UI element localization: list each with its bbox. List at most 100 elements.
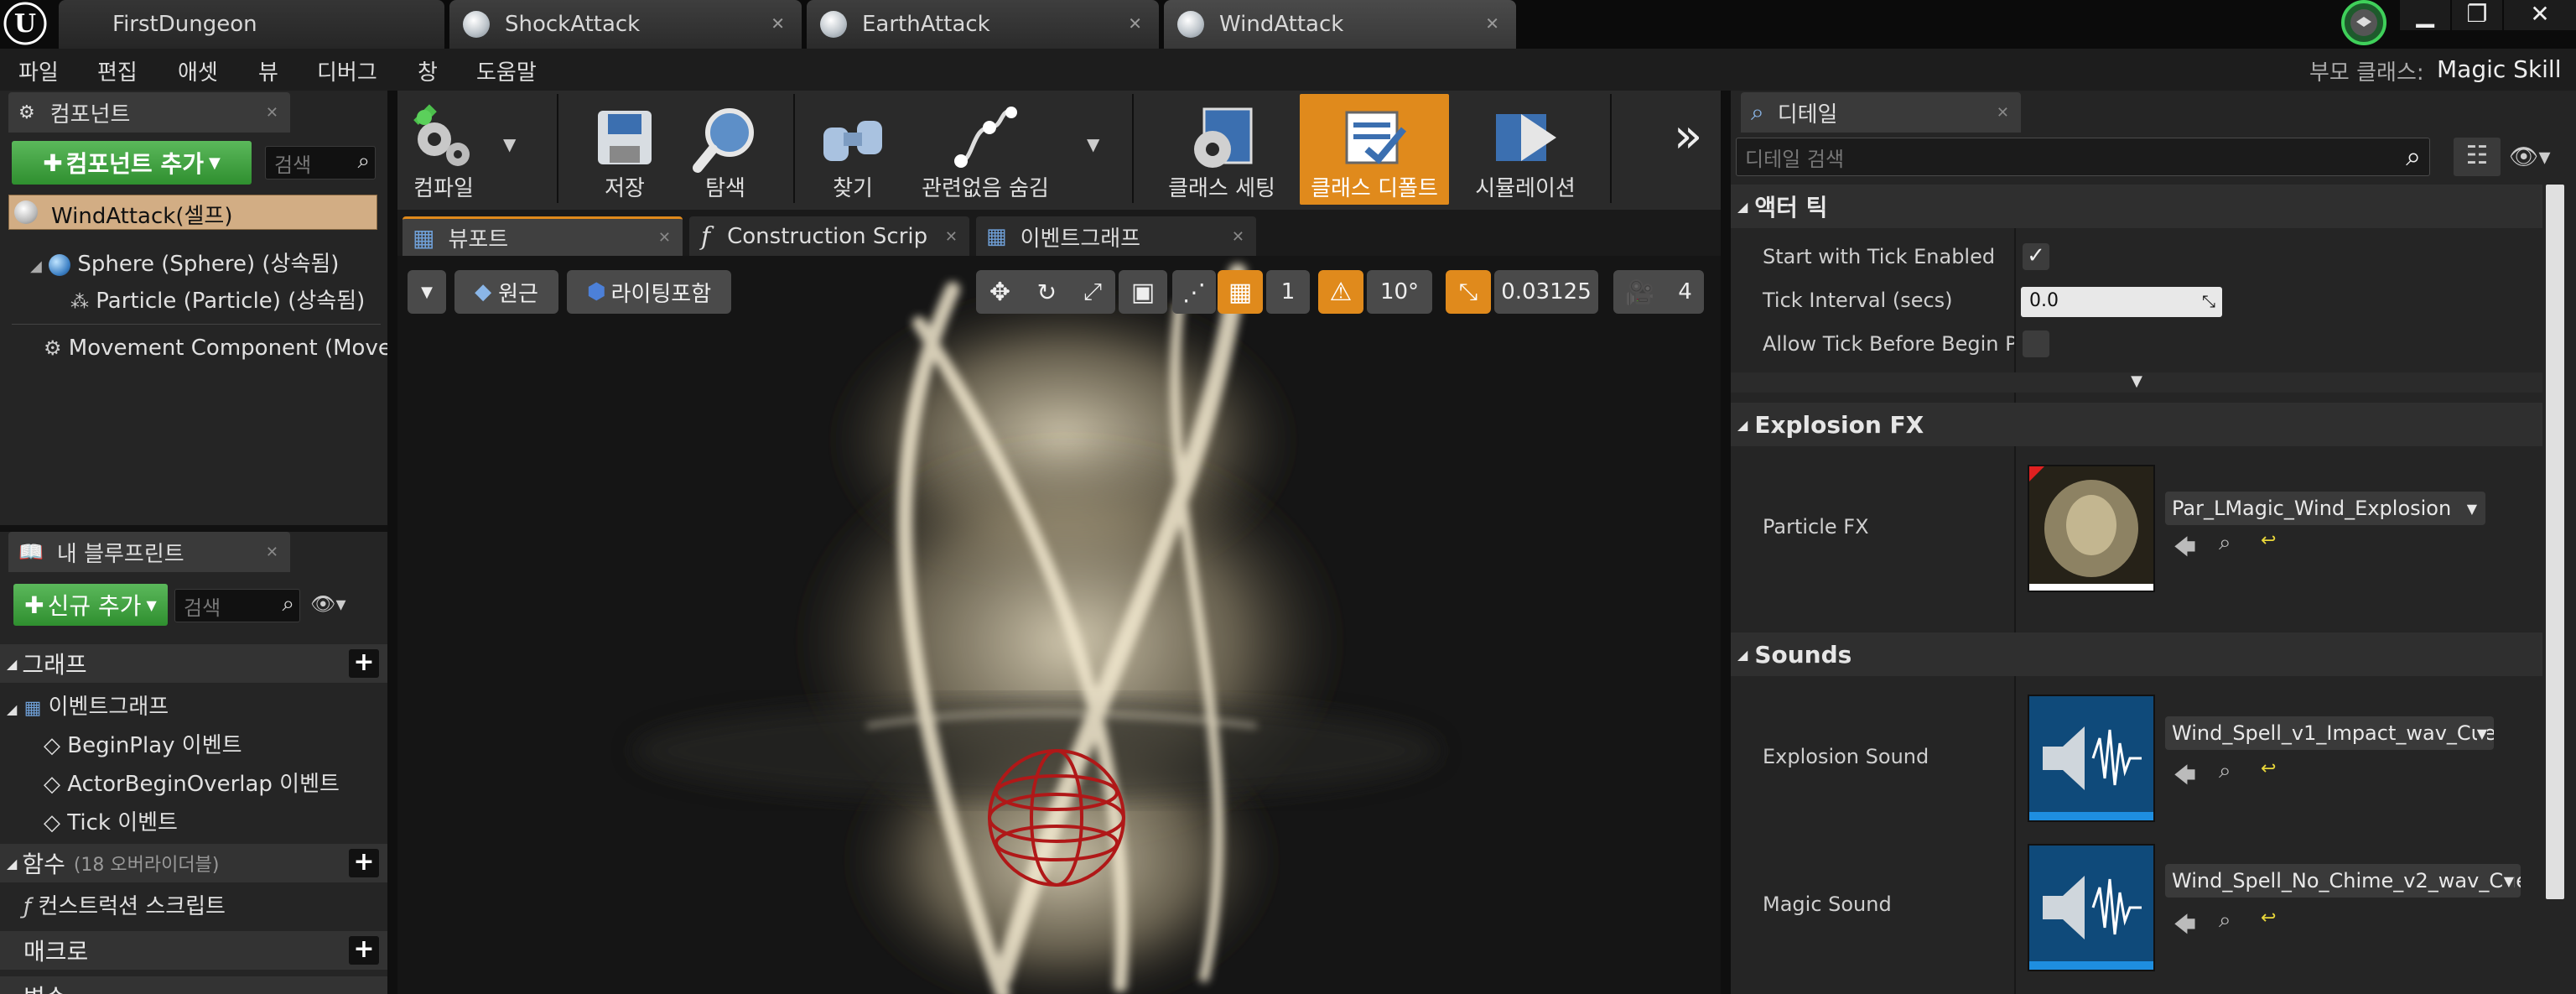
scale-snap-value[interactable]: 0.03125 — [1494, 270, 1598, 314]
blueprint-search-input[interactable]: 검색 ⌕ — [174, 589, 300, 622]
tab-viewport[interactable]: ▦ 뷰포트 ✕ — [402, 216, 683, 257]
compile-options-dropdown[interactable]: ▼ — [503, 134, 516, 154]
reset-to-default-icon[interactable]: ↩ — [2261, 758, 2276, 779]
add-component-button[interactable]: ✚ 컴포넌트 추가 ▼ — [12, 141, 252, 185]
camera-speed-button[interactable]: 🎥 4 — [1613, 270, 1704, 314]
menu-help[interactable]: 도움말 — [476, 55, 537, 86]
grid-snap-value[interactable]: 1 — [1266, 270, 1310, 314]
column-splitter[interactable] — [2014, 676, 2016, 994]
tab-my-blueprint[interactable]: 📖 내 블루프린트 ✕ — [8, 532, 290, 572]
collapse-triangle-icon[interactable]: ◢ — [30, 258, 42, 275]
component-search-input[interactable]: 검색 ⌕ — [265, 146, 376, 180]
advanced-expand-button[interactable]: ▼ — [1731, 372, 2542, 393]
tab-event-graph[interactable]: ▦ 이벤트그래프 ✕ — [976, 216, 1256, 257]
add-function-button[interactable]: + — [349, 849, 379, 877]
unreal-logo[interactable]: U — [3, 2, 47, 45]
component-self-item[interactable]: WindAttack(셀프) — [8, 195, 377, 230]
rotation-snap-value[interactable]: 10° — [1367, 270, 1432, 314]
close-icon[interactable]: ✕ — [266, 104, 278, 122]
panel-splitter[interactable] — [1721, 91, 1731, 994]
event-item-beginplay[interactable]: ◇ BeginPlay 이벤트 — [44, 728, 242, 759]
minimize-button[interactable]: ▁ — [2400, 0, 2450, 30]
close-icon[interactable]: ✕ — [1232, 228, 1244, 246]
restore-button[interactable]: ❐ — [2452, 0, 2502, 30]
find-button[interactable]: 찾기 — [815, 94, 891, 205]
component-item-sphere[interactable]: ◢ Sphere (Sphere) (상속됨) — [30, 247, 339, 278]
class-settings-button[interactable]: 클래스 세팅 — [1159, 94, 1285, 205]
drag-value-icon[interactable]: ⤡ — [2202, 287, 2215, 315]
particle-fx-select[interactable]: Par_LMagic_Wind_Explosion ▼ — [2165, 492, 2485, 525]
coordinate-system-button[interactable]: ▣ — [1119, 270, 1167, 314]
section-macros[interactable]: 매크로 + — [0, 931, 387, 970]
browse-button[interactable]: 탐색 — [688, 94, 763, 205]
browse-magnifier-icon[interactable]: ⌕ — [2219, 758, 2231, 784]
rotation-snap-toggle[interactable]: ⚠ — [1318, 270, 1363, 314]
use-selected-arrow-icon[interactable]: 🡄 — [2174, 760, 2196, 797]
close-window-button[interactable]: ✕ — [2504, 0, 2576, 30]
event-item-actorbeginoverlap[interactable]: ◇ ActorBeginOverlap 이벤트 — [44, 767, 340, 798]
section-functions[interactable]: ◢ 함수 (18 오버라이더블) + — [0, 844, 387, 882]
section-actor-tick[interactable]: ◢ 액터 틱 — [1731, 185, 2542, 228]
rotate-icon[interactable]: ↻ — [1037, 278, 1057, 306]
scale-snap-toggle[interactable]: ⤡ — [1446, 270, 1491, 314]
compile-button[interactable]: 컴파일 — [406, 94, 481, 205]
particle-fx-thumbnail[interactable] — [2028, 465, 2155, 592]
explosion-sound-thumbnail[interactable] — [2028, 695, 2155, 822]
use-selected-arrow-icon[interactable]: 🡄 — [2174, 909, 2196, 946]
start-with-tick-checkbox[interactable]: ✓ — [2023, 243, 2049, 270]
viewport-options-button[interactable]: ▼ — [408, 270, 446, 314]
allow-tick-checkbox[interactable] — [2023, 330, 2049, 357]
tab-construction-script[interactable]: f Construction Scrip ✕ — [689, 216, 969, 257]
close-icon[interactable]: ✕ — [945, 228, 958, 246]
menu-debug[interactable]: 디버그 — [317, 55, 377, 86]
column-splitter[interactable] — [2014, 446, 2016, 632]
close-icon[interactable]: ✕ — [1485, 13, 1499, 34]
section-explosion-fx[interactable]: ◢ Explosion FX — [1731, 403, 2542, 446]
section-variables[interactable]: 변수 — [0, 976, 387, 994]
magic-sound-select[interactable]: Wind_Spell_No_Chime_v2_wav_Cue ▼ — [2165, 864, 2521, 898]
scale-icon[interactable]: ⤢ — [1083, 278, 1102, 306]
parent-class-value[interactable]: Magic Skill — [2437, 55, 2562, 83]
close-icon[interactable]: ✕ — [771, 13, 785, 34]
close-icon[interactable]: ✕ — [266, 544, 278, 561]
tab-details[interactable]: ⌕ 디테일 ✕ — [1741, 92, 2021, 133]
explosion-sound-select[interactable]: Wind_Spell_v1_Impact_wav_Cue ▼ — [2165, 716, 2494, 750]
reset-to-default-icon[interactable]: ↩ — [2261, 530, 2276, 551]
tab-shockattack[interactable]: ShockAttack ✕ — [449, 0, 802, 49]
section-sounds[interactable]: ◢ Sounds — [1731, 632, 2542, 676]
component-item-particle[interactable]: ⁂ Particle (Particle) (상속됨) — [70, 284, 365, 315]
menu-asset[interactable]: 애셋 — [178, 55, 218, 86]
surface-snap-button[interactable]: ⋰ — [1172, 270, 1216, 314]
menu-edit[interactable]: 편집 — [97, 55, 138, 86]
tab-earthattack[interactable]: EarthAttack ✕ — [807, 0, 1159, 49]
simulation-button[interactable]: 시뮬레이션 — [1464, 94, 1587, 205]
toolbar-overflow-button[interactable]: » — [1674, 109, 1702, 164]
menu-view[interactable]: 뷰 — [258, 55, 278, 86]
close-icon[interactable]: ✕ — [658, 229, 671, 247]
reset-to-default-icon[interactable]: ↩ — [2261, 908, 2276, 929]
eye-visibility-icon[interactable]: 👁▾ — [310, 592, 367, 619]
save-button[interactable]: 저장 — [587, 94, 662, 205]
close-icon[interactable]: ✕ — [1997, 104, 2009, 122]
browse-magnifier-icon[interactable]: ⌕ — [2219, 908, 2231, 934]
class-defaults-button[interactable]: 클래스 디폴트 — [1300, 94, 1449, 205]
add-macro-button[interactable]: + — [349, 936, 379, 965]
grid-snap-toggle[interactable]: ▦ — [1218, 270, 1263, 314]
add-new-button[interactable]: ✚ 신규 추가 ▼ — [13, 584, 168, 626]
tick-interval-field[interactable]: 0.0 ⤡ — [2021, 287, 2222, 317]
panel-splitter[interactable] — [0, 525, 387, 532]
lighting-mode-button[interactable]: ⬢ 라이팅포함 — [567, 270, 731, 314]
menu-file[interactable]: 파일 — [18, 55, 59, 86]
viewport-canvas[interactable] — [399, 256, 1727, 994]
event-graph-item[interactable]: ◢ ▦ 이벤트그래프 — [7, 690, 169, 721]
details-scrollbar[interactable] — [2546, 185, 2564, 899]
perspective-button[interactable]: ◆ 원근 — [454, 270, 558, 314]
magic-sound-thumbnail[interactable] — [2028, 844, 2155, 971]
construction-script-item[interactable]: ƒ 컨스트럭션 스크립트 — [23, 889, 226, 920]
section-graphs[interactable]: ◢ 그래프 + — [0, 644, 387, 683]
source-control-icon[interactable] — [2336, 0, 2392, 49]
eye-visibility-icon[interactable]: 👁▾ — [2509, 143, 2551, 170]
tab-windattack[interactable]: WindAttack ✕ — [1164, 0, 1516, 49]
translate-icon[interactable]: ✥ — [989, 278, 1010, 307]
close-icon[interactable]: ✕ — [1128, 13, 1142, 34]
